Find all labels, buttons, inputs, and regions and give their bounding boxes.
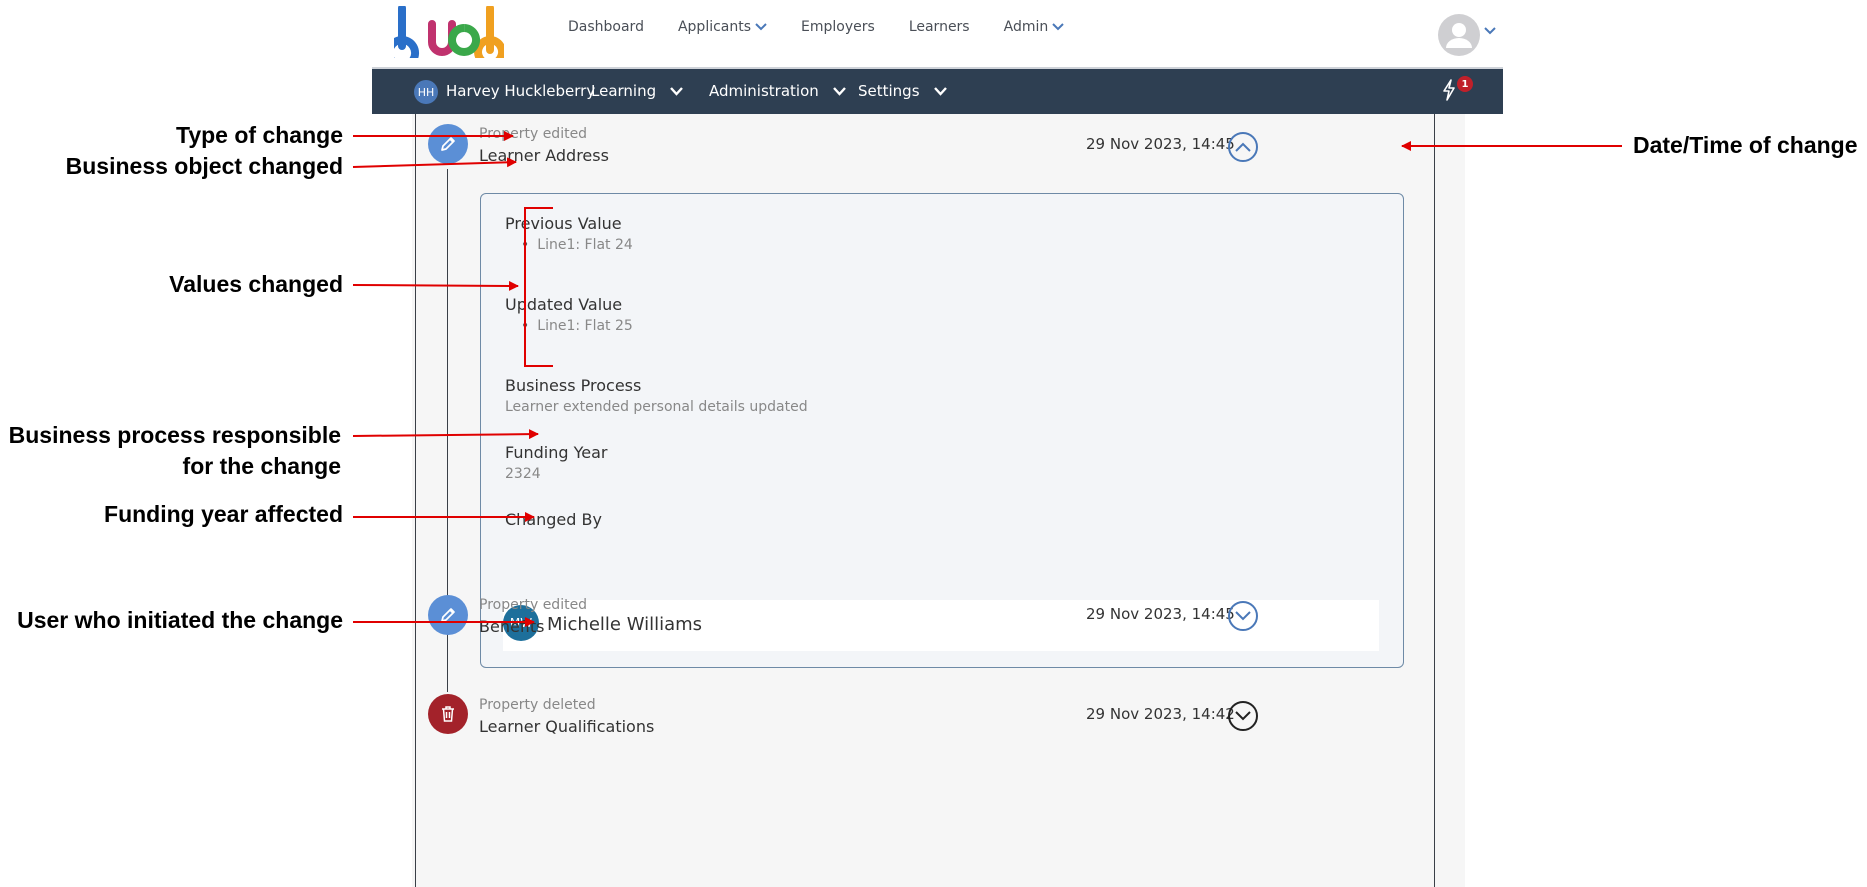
values-bracket <box>524 207 553 367</box>
annotation-arrows <box>352 131 1622 627</box>
arrow-business-process <box>352 429 539 440</box>
arrow-business-object <box>352 157 517 168</box>
arrow-values-changed <box>352 280 519 291</box>
